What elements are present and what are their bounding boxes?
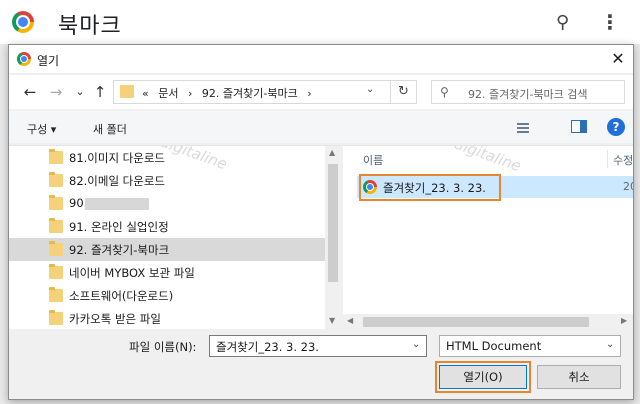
tree-item[interactable]: 90. xyxy=(9,192,325,215)
filetype-select[interactable]: HTML Document ⌄ xyxy=(439,335,621,357)
scroll-thumb[interactable] xyxy=(328,164,338,282)
folder-icon xyxy=(49,287,63,302)
breadcrumb-current-folder[interactable]: 92. 즐겨찾기-북마크 xyxy=(202,87,298,100)
folder-icon xyxy=(120,85,134,98)
chevron-down-icon[interactable]: ⌄ xyxy=(606,339,614,350)
column-header-modified[interactable]: 수정 xyxy=(613,152,633,168)
scroll-left-icon[interactable]: ◀ xyxy=(347,316,353,325)
tree-item[interactable]: 소프트웨어(다운로드) xyxy=(9,284,325,307)
folder-icon xyxy=(49,218,63,233)
close-icon[interactable]: ✕ xyxy=(605,47,631,71)
dialog-title: 열기 xyxy=(37,54,60,68)
tree-item-selected[interactable]: 92. 즐겨찾기-북마크 xyxy=(9,238,325,261)
tree-item[interactable]: 카카오톡 받은 파일 xyxy=(9,307,325,329)
tree-item[interactable]: 82.이메일 다운로드 xyxy=(9,169,325,192)
redacted-block xyxy=(85,198,149,210)
tree-item[interactable]: 네이버 MYBOX 보관 파일 xyxy=(9,261,325,284)
file-list-scrollbar[interactable]: ◀ ▶ xyxy=(343,314,633,329)
tree-scrollbar[interactable]: ▲ ▼ xyxy=(325,146,341,329)
folder-icon xyxy=(49,172,63,187)
column-header-name[interactable]: 이름 xyxy=(363,152,383,168)
dialog-titlebar: 열기 ✕ xyxy=(9,45,633,73)
forward-arrow-icon[interactable]: → xyxy=(47,83,65,101)
highlight-box xyxy=(359,174,501,201)
search-input[interactable]: ⚲ 92. 즐겨찾기-북마크 검색 xyxy=(431,80,625,104)
breadcrumb-documents[interactable]: 문서 xyxy=(158,87,178,100)
address-dropdown-icon[interactable]: ⌄ xyxy=(366,84,374,95)
breadcrumb-separator[interactable]: › xyxy=(307,87,311,100)
chevron-down-icon[interactable]: ⌄ xyxy=(412,339,420,350)
folder-tree: 81.이미지 다운로드 82.이메일 다운로드 90. 91. 온라인 실업인정… xyxy=(9,145,341,329)
breadcrumb-overflow[interactable]: « xyxy=(142,87,149,100)
folder-icon xyxy=(49,241,63,256)
help-icon[interactable]: ? xyxy=(607,118,625,136)
back-arrow-icon[interactable]: ← xyxy=(21,83,39,101)
chrome-icon xyxy=(17,52,31,66)
scroll-right-icon[interactable]: ▶ xyxy=(621,316,627,325)
scroll-down-icon[interactable]: ▼ xyxy=(329,316,335,325)
filename-value: 즐겨찾기_23. 3. 23. xyxy=(216,340,319,354)
tree-item-label: 92. 즐겨찾기-북마크 xyxy=(69,243,170,257)
filename-label: 파일 이름(N): xyxy=(129,340,197,354)
filetype-value: HTML Document xyxy=(446,339,542,353)
navigation-bar: ← → ⌄ ↑ « 문서 › 92. 즐겨찾기-북마크 › ⌄ ↻ ⚲ 92. … xyxy=(9,75,633,109)
up-arrow-icon[interactable]: ↑ xyxy=(91,83,109,101)
tree-item-label: 카카오톡 받은 파일 xyxy=(69,312,161,326)
filename-input[interactable]: 즐겨찾기_23. 3. 23. ⌄ xyxy=(209,335,427,357)
tree-item[interactable]: 91. 온라인 실업인정 xyxy=(9,215,325,238)
bookmarks-page-header: 북마크 ⚲ ⋮ xyxy=(0,0,640,44)
tree-item-label: 네이버 MYBOX 보관 파일 xyxy=(69,266,195,280)
new-folder-button[interactable]: 새 폴더 xyxy=(93,121,127,137)
breadcrumb: « 문서 › 92. 즐겨찾기-북마크 › xyxy=(142,85,318,101)
refresh-icon[interactable]: ↻ xyxy=(390,81,416,103)
tree-item-label: 81.이미지 다운로드 xyxy=(69,151,166,165)
recent-locations-chevron-icon[interactable]: ⌄ xyxy=(71,83,89,101)
preview-pane-icon[interactable] xyxy=(571,120,587,133)
view-options-icon[interactable] xyxy=(517,121,537,133)
tree-item-label: 소프트웨어(다운로드) xyxy=(69,289,174,303)
search-icon: ⚲ xyxy=(440,85,449,99)
page-title: 북마크 xyxy=(58,14,122,39)
folder-icon xyxy=(49,310,63,325)
folder-icon xyxy=(49,149,63,164)
breadcrumb-separator[interactable]: › xyxy=(188,87,192,100)
tree-item-label: 82.이메일 다운로드 xyxy=(69,174,166,188)
column-divider[interactable] xyxy=(607,150,608,168)
more-vert-icon[interactable]: ⋮ xyxy=(600,10,620,34)
search-placeholder: 92. 즐겨찾기-북마크 검색 xyxy=(468,88,588,101)
folder-icon xyxy=(49,195,63,210)
organize-button[interactable]: 구성 ▾ xyxy=(27,121,56,137)
command-bar: 구성 ▾ 새 폴더 ? xyxy=(9,111,633,143)
scroll-up-icon[interactable]: ▲ xyxy=(329,148,335,157)
scroll-thumb[interactable] xyxy=(363,317,589,327)
address-bar[interactable]: « 문서 › 92. 즐겨찾기-북마크 › ⌄ ↻ xyxy=(113,80,417,104)
open-file-dialog: 열기 ✕ ← → ⌄ ↑ « 문서 › 92. 즐겨찾기-북마크 › ⌄ ↻ ⚲… xyxy=(8,44,634,400)
folder-icon xyxy=(49,264,63,279)
chrome-logo-icon xyxy=(12,11,34,33)
watermark: digitaline xyxy=(452,145,524,176)
file-date: 2023 xyxy=(623,180,633,193)
tree-item-label: 91. 온라인 실업인정 xyxy=(69,220,169,234)
file-list: 이름 수정 즐겨찾기_23. 3. 23. 2023 digitaline ◀ … xyxy=(343,145,633,329)
search-icon[interactable]: ⚲ xyxy=(556,12,578,34)
cancel-button[interactable]: 취소 xyxy=(537,365,621,389)
open-button[interactable]: 열기(O) xyxy=(439,365,527,389)
